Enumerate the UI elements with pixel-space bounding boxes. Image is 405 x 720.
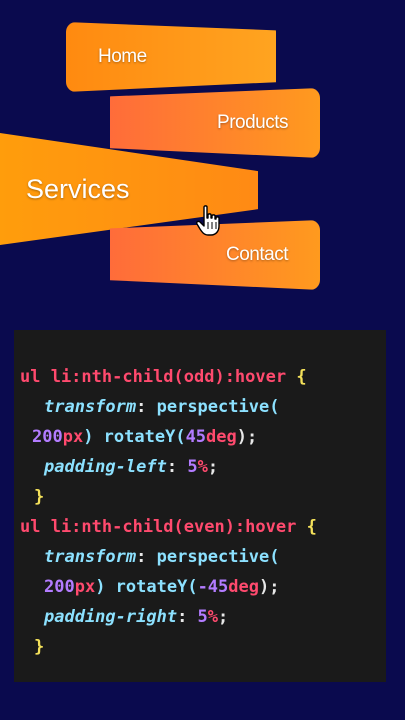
css-value: ) rotateY( bbox=[95, 577, 198, 597]
open-brace: { bbox=[306, 517, 317, 537]
hand-pointer-icon bbox=[196, 205, 220, 236]
code-line: padding-right: 5%; bbox=[44, 607, 229, 627]
code-line: 200px) rotateY(45deg); bbox=[32, 422, 257, 452]
css-value: perspective( bbox=[156, 397, 280, 417]
code-line: } bbox=[34, 632, 44, 662]
css-number: 45 bbox=[185, 427, 207, 447]
css-unit: % bbox=[197, 457, 208, 477]
menu-item-products[interactable]: Products bbox=[110, 88, 320, 158]
nav-menu: Home Products Services Contact bbox=[0, 0, 405, 320]
code-line: ul li:nth-child(even):hover { bbox=[20, 512, 317, 542]
css-unit: px bbox=[74, 577, 96, 597]
menu-item-home[interactable]: Home bbox=[66, 22, 276, 92]
css-property: transform bbox=[44, 547, 137, 567]
css-property: padding-right bbox=[44, 607, 178, 627]
code-line: transform: perspective( bbox=[44, 397, 280, 417]
css-number: 200 bbox=[32, 427, 63, 447]
code-line: } bbox=[34, 482, 44, 512]
css-code-block: ul li:nth-child(odd):hover { transform: … bbox=[14, 330, 386, 682]
menu-item-label: Contact bbox=[226, 244, 288, 265]
css-unit: deg bbox=[206, 427, 237, 447]
menu-item-label: Services bbox=[26, 173, 130, 204]
css-number: 5 bbox=[187, 457, 198, 477]
close-brace: } bbox=[34, 487, 45, 507]
css-selector: ul li:nth-child(odd):hover bbox=[20, 367, 287, 387]
code-line: 200px) rotateY(-45deg); bbox=[44, 572, 279, 602]
css-unit: px bbox=[62, 427, 84, 447]
code-line: ul li:nth-child(odd):hover { bbox=[20, 362, 307, 392]
close-brace: } bbox=[34, 637, 45, 657]
code-line: padding-left: 5%; bbox=[44, 457, 219, 477]
menu-item-label: Products bbox=[217, 112, 288, 133]
code-line: transform: perspective( bbox=[44, 547, 280, 567]
css-punct: ); bbox=[236, 427, 258, 447]
css-number: -45 bbox=[197, 577, 229, 597]
open-brace: { bbox=[296, 367, 307, 387]
css-value: perspective( bbox=[156, 547, 280, 567]
css-number: 200 bbox=[44, 577, 75, 597]
menu-item-label: Home bbox=[98, 46, 147, 67]
css-punct: ); bbox=[259, 577, 280, 597]
css-number: 5 bbox=[197, 607, 208, 627]
css-unit: deg bbox=[228, 577, 259, 597]
css-unit: % bbox=[207, 607, 219, 627]
css-value: ) rotateY( bbox=[83, 427, 186, 447]
css-property: transform bbox=[44, 397, 137, 417]
css-property: padding-left bbox=[44, 457, 167, 477]
css-selector: ul li:nth-child(even):hover bbox=[20, 517, 297, 537]
